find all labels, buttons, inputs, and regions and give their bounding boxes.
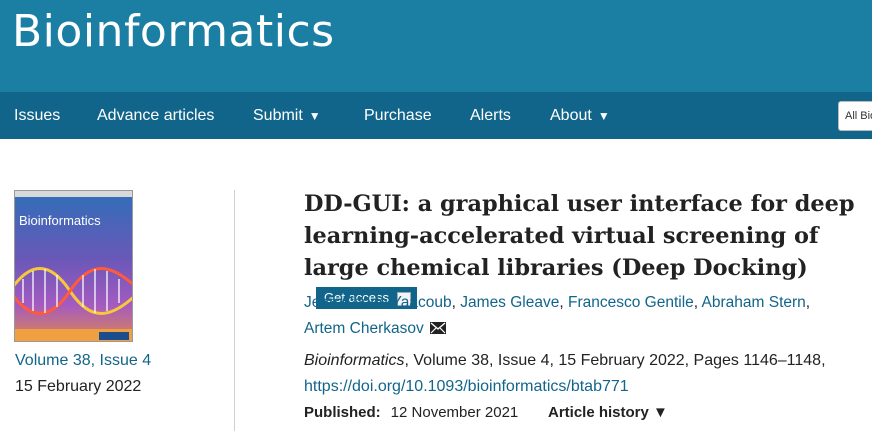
dna-cover-art: Bioinformatics (15, 191, 132, 341)
author-link[interactable]: Jean Charle Yaacoub (304, 294, 452, 311)
author-list: Jean Charle Yaacoub, James Gleave, Franc… (304, 294, 811, 337)
citation-details: , Volume 38, Issue 4, 15 February 2022, … (404, 352, 826, 369)
article-history-label: Article history (548, 404, 649, 421)
nav-submit[interactable]: Submit ▼ (253, 92, 321, 139)
issue-date: 15 February 2022 (15, 378, 142, 395)
author-link[interactable]: James Gleave (460, 294, 559, 311)
search-scope-select[interactable]: All Bio (838, 101, 872, 131)
nav-about-label: About (550, 107, 592, 124)
nav-advance-articles[interactable]: Advance articles (97, 92, 214, 139)
cover-title: Bioinformatics (19, 213, 101, 228)
chevron-down-icon: ▼ (597, 109, 610, 123)
journal-brand[interactable]: Bioinformatics (12, 6, 335, 57)
issue-volume-link[interactable]: Volume 38, Issue 4 (15, 352, 151, 370)
nav-purchase-label: Purchase (364, 107, 432, 124)
article-title-text: DD-GUI: a graphical user interface for d… (304, 191, 855, 281)
column-divider (234, 190, 235, 431)
author-link[interactable]: Artem Cherkasov (304, 320, 424, 337)
published-line: Published: 12 November 2021 (304, 404, 518, 421)
published-date: 12 November 2021 (390, 404, 519, 421)
journal-name: Bioinformatics (304, 352, 405, 369)
chevron-down-icon: ▼ (653, 404, 668, 421)
envelope-icon[interactable] (429, 322, 446, 334)
nav-issues-label: Issues (14, 107, 61, 124)
citation-line: Bioinformatics, Volume 38, Issue 4, 15 F… (304, 352, 826, 370)
published-label: Published: (304, 404, 381, 421)
doi-link[interactable]: https://doi.org/10.1093/bioinformatics/b… (304, 378, 629, 396)
site-header: Bioinformatics (0, 0, 872, 92)
nav-about[interactable]: About ▼ (550, 92, 610, 139)
nav-submit-label: Submit (253, 107, 303, 124)
nav-issues[interactable]: Issues (14, 92, 60, 139)
nav-advance-articles-label: Advance articles (97, 107, 215, 124)
author-link[interactable]: Francesco Gentile (568, 294, 694, 311)
nav-purchase[interactable]: Purchase (364, 92, 432, 139)
chevron-down-icon: ▼ (308, 109, 321, 123)
main-nav: Issues Advance articles Submit ▼ Purchase… (0, 92, 872, 139)
author-link[interactable]: Abraham Stern (702, 294, 806, 311)
article-history-toggle[interactable]: Article history ▼ (548, 404, 668, 421)
nav-alerts-label: Alerts (470, 107, 511, 124)
issue-cover-image[interactable]: Bioinformatics (14, 190, 133, 342)
nav-alerts[interactable]: Alerts (470, 92, 511, 139)
